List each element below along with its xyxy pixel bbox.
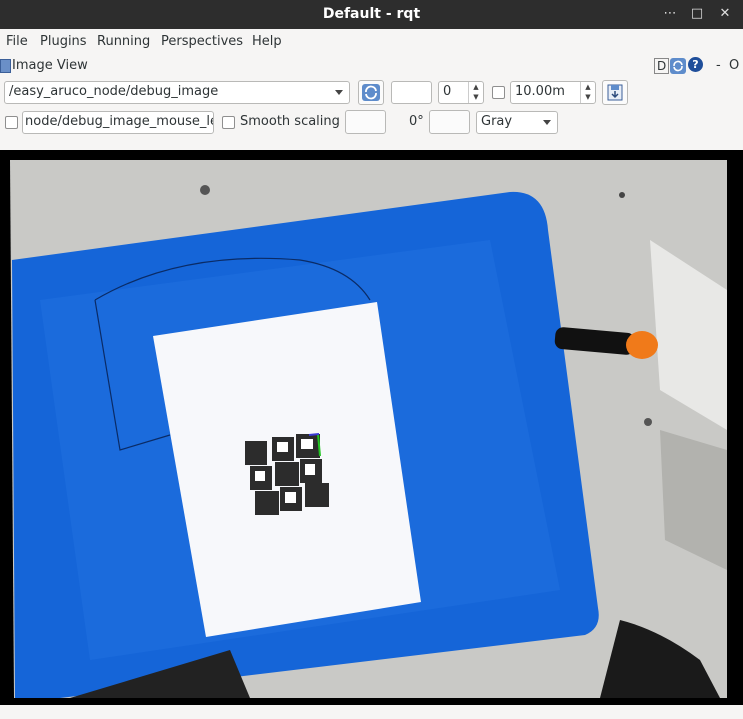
empty-field[interactable] [391,81,432,104]
range-checkbox[interactable] [492,86,505,99]
close-plugin-button[interactable]: O [729,58,739,73]
help-icon[interactable]: ? [688,57,703,72]
menu-plugins[interactable]: Plugins [40,34,87,49]
menu-running[interactable]: Running [97,34,150,49]
smooth-scaling-checkbox[interactable] [222,116,235,129]
topic-value: /easy_aruco_node/debug_image [9,84,219,99]
refresh-topics-button[interactable] [358,80,384,105]
spin-arrows-icon[interactable]: ▲ ▼ [468,82,483,103]
screw [200,185,210,195]
rotate-left-button[interactable] [345,110,386,134]
spin-value: 0 [443,84,452,99]
menu-file[interactable]: File [6,34,28,49]
camera-image [0,150,743,705]
chevron-down-icon [543,120,551,125]
max-range-value: 10.00m [515,84,565,99]
smooth-scaling-label: Smooth scaling [240,114,340,129]
pin-icon [0,59,11,73]
minimize-plugin-button[interactable]: - [716,58,721,73]
plugin-title: Image View [12,58,88,73]
aruco-board [245,433,329,515]
chevron-down-icon [335,90,343,95]
refresh-icon [362,84,380,101]
mouse-topic-field[interactable]: node/debug_image_mouse_left [22,111,214,134]
color-scheme-value: Gray [481,114,513,129]
maximize-button[interactable]: □ [688,5,706,23]
menu-bar: File Plugins Running Perspectives Help [0,29,743,53]
reload-plugin-icon[interactable] [669,57,687,75]
max-range-spinbox[interactable]: 10.00m ▲ ▼ [510,81,596,104]
rotate-right-button[interactable] [429,110,470,134]
rotation-label: 0° [409,114,424,129]
save-image-button[interactable] [602,80,628,105]
minimize-button[interactable]: ⋯ [661,5,679,23]
dock-button[interactable]: D [654,58,670,74]
title-bar: Default - rqt ⋯ □ ✕ [0,0,743,29]
image-viewport[interactable] [0,150,743,705]
save-icon [607,84,623,101]
spin-arrows-icon[interactable]: ▲ ▼ [580,82,595,103]
menu-help[interactable]: Help [252,34,282,49]
close-button[interactable]: ✕ [716,5,734,23]
window-title: Default - rqt [322,6,421,22]
mouse-topic-value: node/debug_image_mouse_left [25,114,214,129]
value-spinbox[interactable]: 0 ▲ ▼ [438,81,484,104]
plugin-title-bar: Image View D ? - O [0,55,743,77]
mouse-publish-checkbox[interactable] [5,116,18,129]
topic-combo[interactable]: /easy_aruco_node/debug_image [4,81,350,104]
menu-perspectives[interactable]: Perspectives [161,34,243,49]
color-scheme-combo[interactable]: Gray [476,111,558,134]
status-area [0,705,743,719]
